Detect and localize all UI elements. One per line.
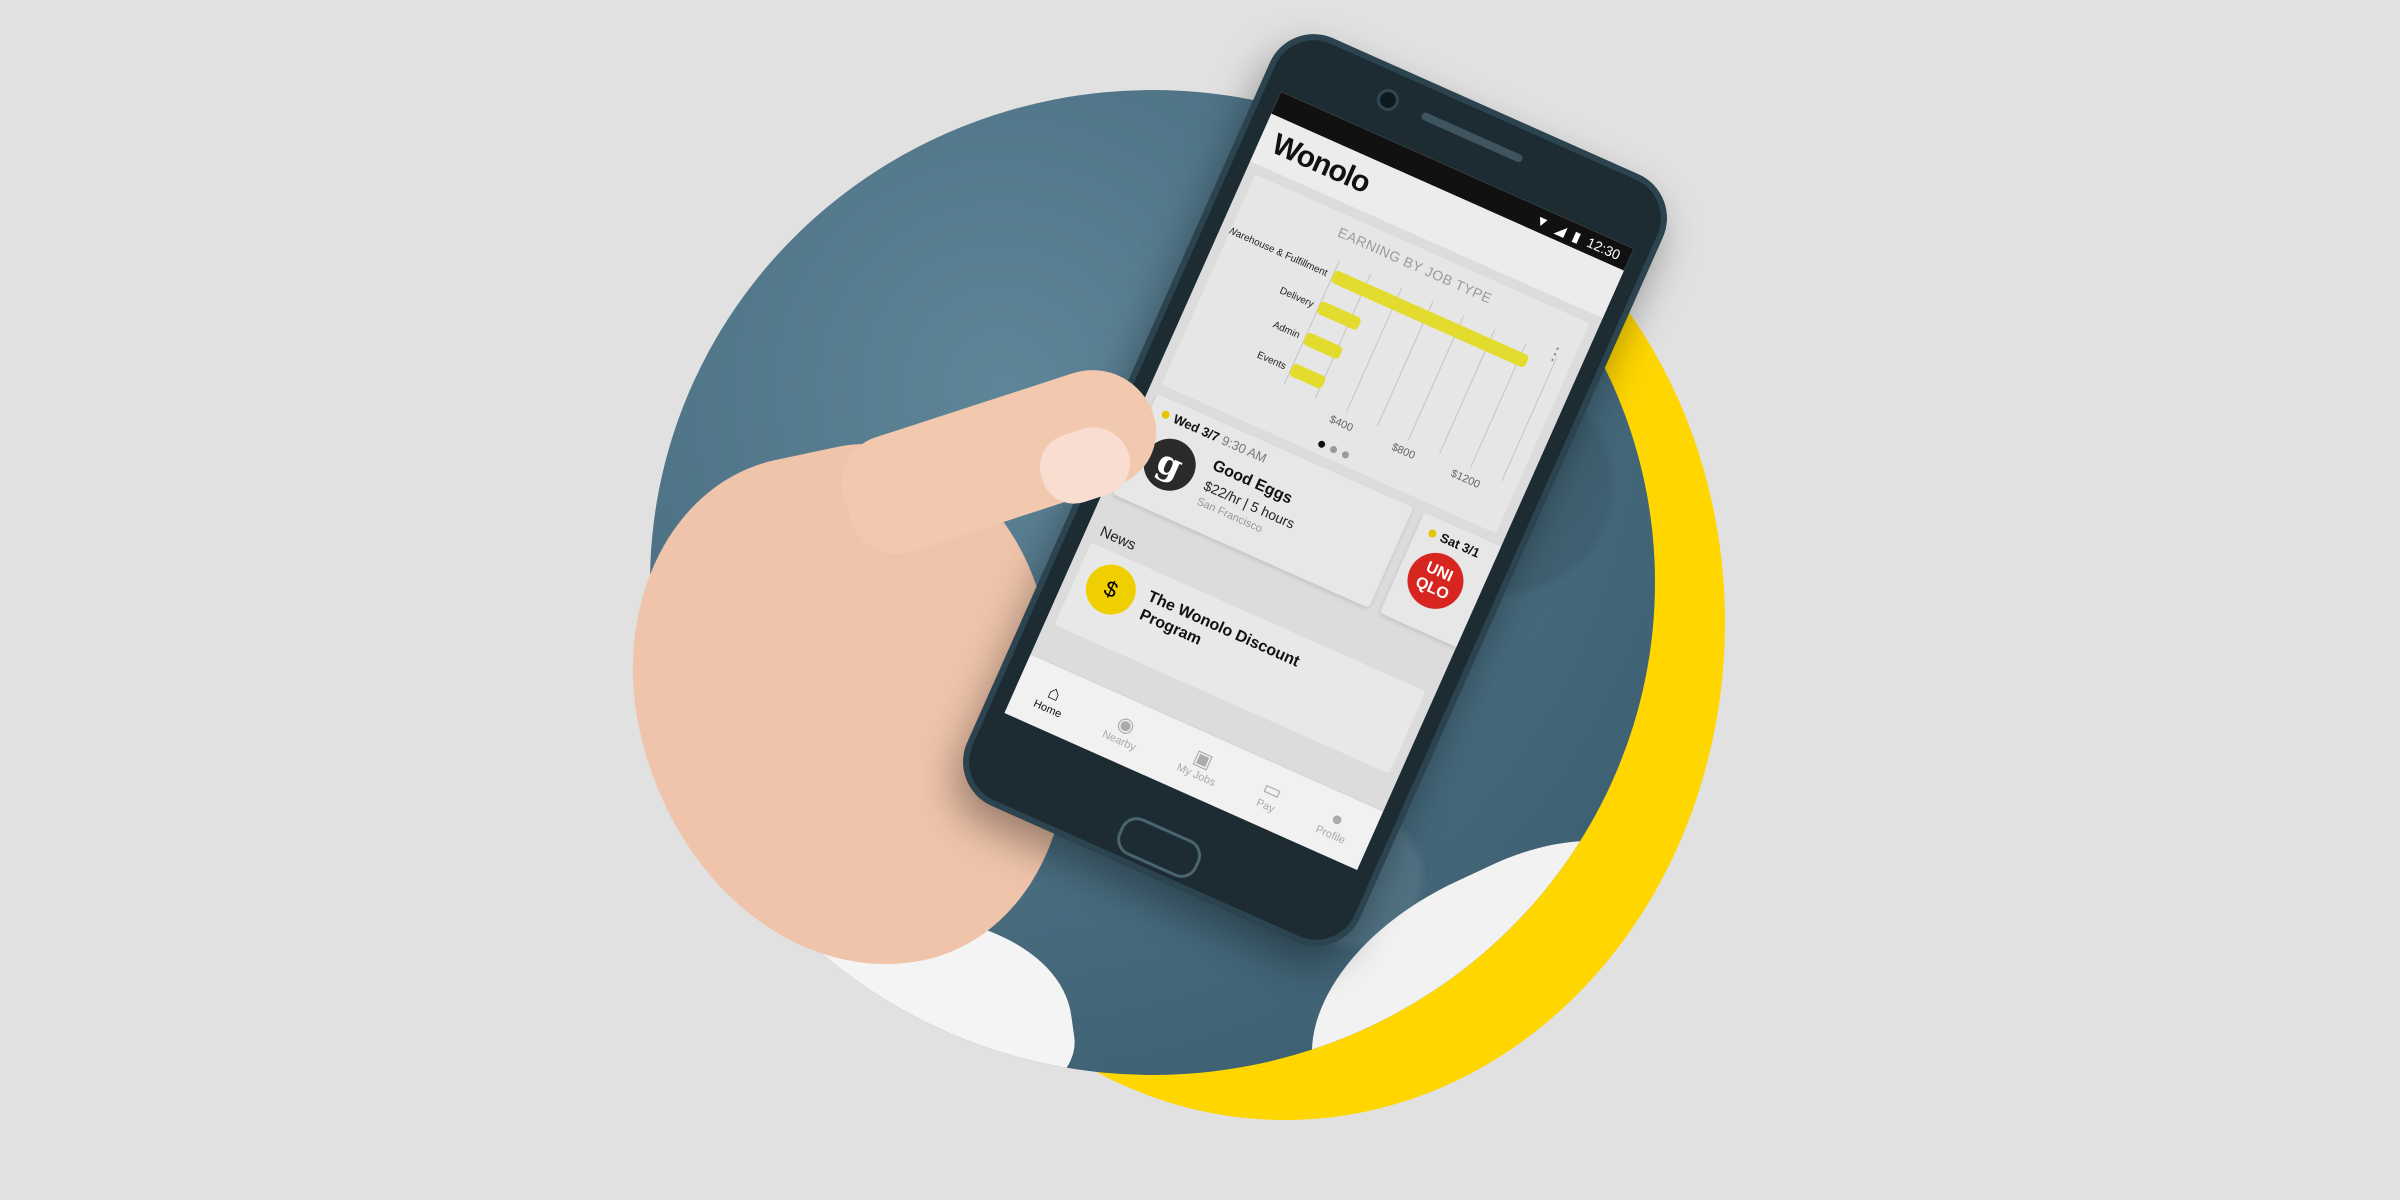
gridline [1283,259,1341,385]
gridline [1501,356,1558,482]
nav-home[interactable]: ⌂ Home [1032,678,1073,720]
nav-nearby[interactable]: ◉ Nearby [1100,708,1146,754]
wifi-icon: ▼ [1532,211,1553,232]
bar [1303,332,1343,359]
category-label: Events [1255,350,1287,372]
nav-pay[interactable]: ▭ Pay [1254,777,1285,816]
signal-icon: ◢ [1553,219,1570,239]
nav-profile[interactable]: ● Profile [1314,803,1356,847]
tick-label: $400 [1328,413,1355,434]
category-label: Admin [1271,320,1301,342]
earpiece [1420,111,1524,164]
bar [1289,363,1326,389]
tick-label: $1200 [1449,468,1482,491]
status-dot [1427,528,1438,539]
carousel-dot[interactable] [1340,450,1350,460]
carousel-dot[interactable] [1328,444,1338,454]
bar [1317,301,1361,330]
battery-icon: ▮ [1570,227,1584,245]
nav-my-jobs[interactable]: ▣ My Jobs [1175,741,1226,789]
tick-label: $800 [1390,441,1417,462]
category-label: Warehouse & Fulfillment [1225,225,1329,279]
illustration: ▼ ◢ ▮ 12:30 Wonolo EARNING BY JOB TYPE ⋮… [0,0,2400,1200]
status-dot [1160,409,1171,421]
uniqlo-logo: UNI QLO [1398,543,1473,618]
money-bag-icon: $ [1077,556,1144,623]
carousel-dot[interactable] [1316,439,1326,449]
front-camera [1377,89,1399,111]
category-label: Delivery [1278,285,1315,310]
